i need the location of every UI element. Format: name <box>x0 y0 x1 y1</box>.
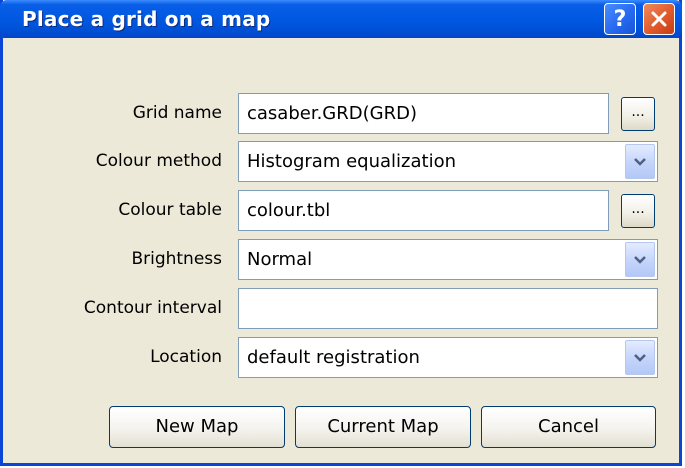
chevron-down-icon <box>634 157 646 166</box>
help-button[interactable]: ? <box>604 3 636 35</box>
grid-name-field[interactable]: casaber.GRD(GRD) <box>238 93 609 134</box>
location-dropdown-button[interactable] <box>625 340 655 375</box>
grid-name-browse-button[interactable]: ... <box>621 97 655 131</box>
colour-table-label: Colour table <box>118 200 222 220</box>
colour-method-value: Histogram equalization <box>247 151 456 172</box>
brightness-dropdown-button[interactable] <box>625 242 655 277</box>
close-icon <box>651 11 667 27</box>
brightness-select[interactable]: Normal <box>238 239 658 280</box>
contour-interval-field[interactable] <box>238 288 658 329</box>
colour-method-dropdown-button[interactable] <box>625 144 655 179</box>
chevron-down-icon <box>634 353 646 362</box>
colour-method-select[interactable]: Histogram equalization <box>238 141 658 182</box>
colour-table-browse-button[interactable]: ... <box>621 194 655 228</box>
current-map-button[interactable]: Current Map <box>295 406 471 448</box>
cancel-button[interactable]: Cancel <box>481 406 656 448</box>
brightness-value: Normal <box>247 249 313 270</box>
title-bar[interactable]: Place a grid on a map ? <box>0 0 682 38</box>
colour-method-label: Colour method <box>95 151 222 171</box>
help-icon: ? <box>613 6 627 32</box>
grid-name-label: Grid name <box>132 103 222 123</box>
contour-interval-label: Contour interval <box>83 298 222 318</box>
location-value: default registration <box>247 347 420 368</box>
place-grid-dialog: Place a grid on a map ? Grid name casabe… <box>0 0 682 466</box>
location-select[interactable]: default registration <box>238 337 658 378</box>
new-map-button[interactable]: New Map <box>109 406 285 448</box>
chevron-down-icon <box>634 255 646 264</box>
dialog-title: Place a grid on a map <box>22 7 271 31</box>
close-button[interactable] <box>643 3 675 35</box>
location-label: Location <box>150 347 222 367</box>
brightness-label: Brightness <box>131 249 222 269</box>
colour-table-field[interactable]: colour.tbl <box>238 190 609 231</box>
